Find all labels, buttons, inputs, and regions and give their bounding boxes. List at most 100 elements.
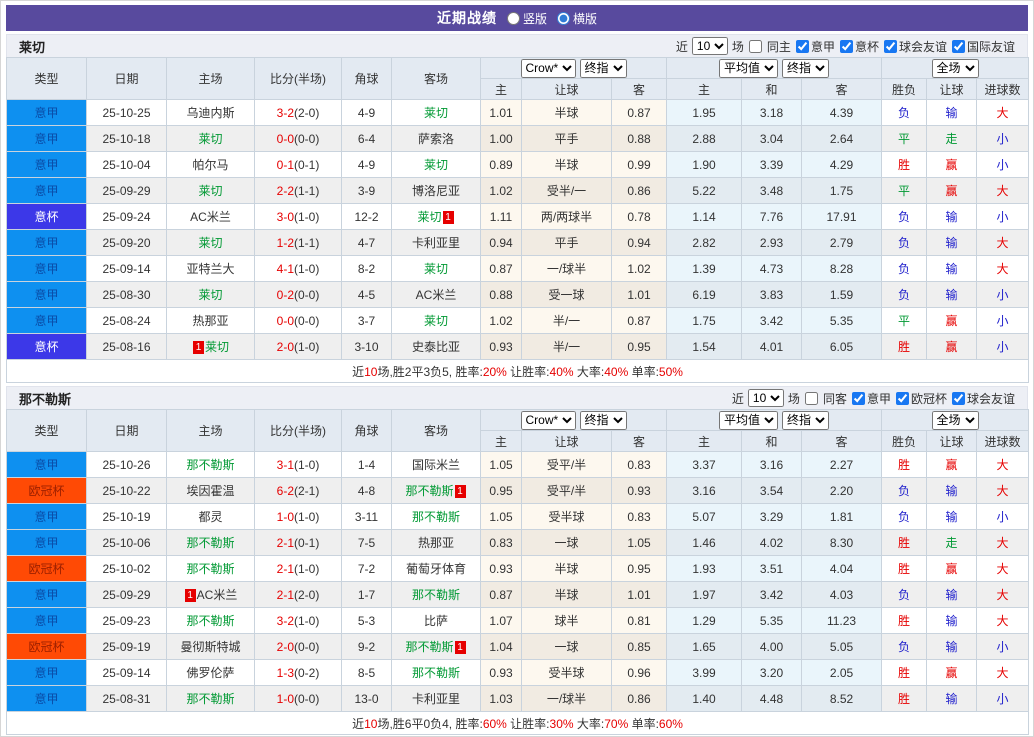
avg-draw-odds: 3.83	[741, 281, 802, 308]
result-goals: 大	[976, 177, 1030, 204]
home-team-name: 乌迪内斯	[186, 106, 235, 120]
sub-column-header: 主	[480, 78, 522, 100]
final-odds-select-2[interactable]: 终指	[782, 58, 829, 78]
sub-column-header: 客	[611, 78, 667, 100]
score: 3-1(1-0)	[254, 451, 342, 478]
result-handicap: 赢	[926, 659, 978, 686]
corners: 13-0	[341, 685, 392, 712]
home-team-name: 帕尔马	[192, 158, 229, 172]
vertical-radio[interactable]	[506, 11, 520, 25]
page-title: 近期战绩	[436, 10, 497, 26]
scope-select[interactable]: 全场	[931, 58, 979, 78]
match-row: 欧冠杯 25-10-02 那不勒斯 2-1(1-0) 7-2 葡萄牙体育 0.93 半球 0.9…	[6, 555, 1030, 582]
home-team: 帕尔马	[166, 151, 255, 178]
score: 0-0(0-0)	[254, 307, 342, 334]
corners: 6-4	[341, 125, 392, 152]
bookmaker-select[interactable]: Crow*	[520, 58, 576, 78]
match-row: 意甲 25-09-29 莱切 2-2(1-1) 3-9 博洛尼亚 1.02 受半/一 0.86 5…	[6, 177, 1030, 204]
away-team-name: 比萨	[423, 614, 448, 628]
avg-home-odds: 3.37	[666, 451, 742, 478]
same-venue-checkbox[interactable]	[748, 39, 762, 53]
match-date: 25-10-06	[86, 529, 167, 556]
handicap-home-odds: 1.07	[480, 607, 522, 634]
away-team: 那不勒斯 1	[391, 477, 481, 504]
league-checkbox[interactable]	[795, 39, 809, 53]
avg-away-odds: 11.23	[800, 607, 883, 634]
bookmaker-select[interactable]: Crow*	[520, 410, 576, 430]
league-filter[interactable]: 国际友谊	[951, 38, 1015, 55]
red-card-badge: 1	[454, 641, 466, 654]
match-row: 意甲 25-10-19 都灵 1-0(1-0) 3-11 那不勒斯 1.05 受半球 0.83 5…	[6, 503, 1030, 530]
league-checkbox-label: 意杯	[854, 39, 879, 54]
halftime-score: (0-0)	[294, 691, 320, 706]
summary-part: 近	[352, 716, 365, 731]
fulltime-score: 2-1	[276, 561, 294, 576]
league-checkbox[interactable]	[951, 391, 965, 405]
away-team: 葡萄牙体育	[391, 555, 481, 582]
score: 6-2(2-1)	[254, 477, 342, 504]
home-team: 曼彻斯特城	[166, 633, 255, 660]
home-team: 莱切	[166, 229, 255, 256]
league-checkbox[interactable]	[851, 391, 865, 405]
final-odds-select[interactable]: 终指	[579, 58, 627, 78]
final-odds-select-2[interactable]: 终指	[782, 410, 829, 430]
result-handicap: 输	[926, 203, 978, 230]
corners: 9-2	[341, 633, 392, 660]
sub-column-header: 让球	[926, 78, 978, 100]
average-select[interactable]: 平均值	[719, 410, 778, 430]
league-filter[interactable]: 意甲	[851, 390, 891, 407]
result-goals: 小	[976, 125, 1030, 152]
final-odds-select[interactable]: 终指	[579, 410, 627, 430]
average-select[interactable]: 平均值	[719, 58, 778, 78]
games-count-select[interactable]: 10	[691, 37, 728, 55]
same-venue-checkbox[interactable]	[804, 391, 818, 405]
horizontal-radio[interactable]	[557, 11, 570, 25]
league-filter[interactable]: 意杯	[839, 38, 879, 55]
league-checkbox[interactable]	[895, 391, 909, 405]
red-card-badge: 1	[184, 589, 196, 602]
handicap-away-odds: 1.01	[611, 281, 667, 308]
match-date: 25-09-29	[86, 581, 167, 608]
scope-select[interactable]: 全场	[931, 410, 979, 430]
league-checkbox[interactable]	[883, 39, 897, 53]
fulltime-score: 2-2	[276, 183, 294, 198]
result-goals: 大	[976, 99, 1030, 126]
league-filter[interactable]: 球会友谊	[951, 390, 1015, 407]
selects-header-row: 类型 日期 主场 比分(半场) 角球 客场 Crow* 终指 平均值 终指 全场	[6, 409, 1030, 452]
fulltime-score: 4-1	[276, 261, 294, 276]
home-team-name: 莱切	[204, 340, 229, 354]
fulltime-score: 3-2	[276, 613, 294, 628]
league-filter[interactable]: 意甲	[795, 38, 835, 55]
fulltime-score: 0-0	[276, 313, 294, 328]
avg-home-odds: 2.88	[666, 125, 742, 152]
layout-option-horizontal[interactable]: 横版	[557, 10, 597, 27]
halftime-score: (1-0)	[294, 613, 320, 628]
layout-option-vertical[interactable]: 竖版	[506, 10, 547, 27]
away-team-name: 博洛尼亚	[411, 184, 460, 198]
summary-row: 近10场,胜6平0负4, 胜率:60% 让胜率:30% 大率:70% 单率:60…	[5, 711, 1030, 735]
halftime-score: (1-0)	[294, 339, 320, 354]
halftime-score: (0-0)	[294, 287, 320, 302]
handicap-away-odds: 0.88	[611, 125, 667, 152]
home-team: 乌迪内斯	[166, 99, 255, 126]
league-filter[interactable]: 欧冠杯	[895, 390, 947, 407]
score: 1-0(0-0)	[254, 685, 342, 712]
sub-column-header: 和	[741, 78, 802, 100]
result-handicap: 输	[926, 581, 978, 608]
away-team-name: 那不勒斯	[411, 666, 460, 680]
summary-part: 10	[364, 716, 378, 731]
result-handicap: 输	[926, 477, 978, 504]
result-goals: 大	[976, 229, 1030, 256]
away-team-name: 莱切	[423, 158, 448, 172]
league-checkbox[interactable]	[951, 39, 965, 53]
column-header: 主场	[166, 409, 255, 452]
league-filter[interactable]: 球会友谊	[883, 38, 947, 55]
fulltime-score: 2-0	[276, 339, 294, 354]
match-date: 25-10-04	[86, 151, 167, 178]
away-team-name: 卡利亚里	[411, 236, 460, 250]
games-count-select[interactable]: 10	[747, 389, 784, 407]
handicap-line: 平手	[521, 125, 612, 152]
avg-home-odds: 1.75	[666, 307, 742, 334]
league-checkbox[interactable]	[839, 39, 853, 53]
result-wdl: 负	[881, 281, 928, 308]
